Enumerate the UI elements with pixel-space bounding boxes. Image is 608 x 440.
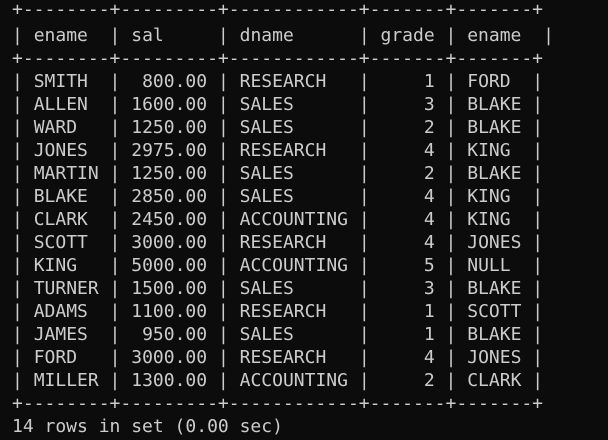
table-cell: FORD (33, 347, 78, 368)
table-cell: BLAKE (467, 117, 522, 138)
table-cell: TURNER (33, 278, 99, 299)
table-cell: JAMES (33, 324, 88, 345)
table-cell: 1500.00 (131, 278, 208, 299)
table-cell: 2 (423, 163, 435, 184)
table-cell: SCOTT (467, 301, 522, 322)
table-row: | CLARK | 2450.00 | ACCOUNTING | 4 | KIN… (12, 209, 544, 230)
table-cell: 4 (423, 209, 435, 230)
table-cell: BLAKE (33, 186, 88, 207)
table-cell: 2 (423, 117, 435, 138)
table-cell: JONES (467, 347, 522, 368)
table-cell: 4 (423, 232, 435, 253)
table-cell: WARD (33, 117, 78, 138)
table-cell: 3000.00 (131, 347, 208, 368)
table-cell: 950.00 (142, 324, 208, 345)
column-header-ename-2: ename (467, 25, 522, 46)
table-row: | SCOTT | 3000.00 | RESEARCH | 4 | JONES… (12, 232, 544, 253)
table-cell: SALES (239, 186, 294, 207)
table-cell: SALES (239, 278, 294, 299)
table-cell: KING (467, 186, 511, 207)
table-row: | MILLER | 1300.00 | ACCOUNTING | 2 | CL… (12, 370, 544, 391)
table-border-top: +--------+---------+------------+-------… (12, 0, 544, 20)
table-cell: RESEARCH (239, 347, 327, 368)
table-cell: MARTIN (33, 163, 99, 184)
table-cell: 1250.00 (131, 163, 208, 184)
table-cell: 1 (423, 71, 435, 92)
table-cell: RESEARCH (239, 140, 327, 161)
table-cell: BLAKE (467, 324, 522, 345)
table-cell: 1 (423, 324, 435, 345)
table-cell: JONES (467, 232, 522, 253)
table-row: | JAMES | 950.00 | SALES | 1 | BLAKE | (12, 324, 544, 345)
table-cell: MILLER (33, 370, 99, 391)
column-header-ename: ename (33, 25, 88, 46)
table-cell: ADAMS (33, 301, 88, 322)
table-cell: RESEARCH (239, 232, 327, 253)
table-cell: BLAKE (467, 278, 522, 299)
column-header-dname: dname (239, 25, 294, 46)
table-cell: FORD (467, 71, 511, 92)
table-row: | BLAKE | 2850.00 | SALES | 4 | KING | (12, 186, 544, 207)
table-header-row: | ename | sal | dname | grade | ename | (12, 25, 554, 46)
table-cell: 1100.00 (131, 301, 208, 322)
table-cell: JONES (33, 140, 88, 161)
table-cell: SALES (239, 117, 294, 138)
table-cell: SCOTT (33, 232, 88, 253)
table-row: | KING | 5000.00 | ACCOUNTING | 5 | NULL… (12, 255, 544, 276)
table-row: | TURNER | 1500.00 | SALES | 3 | BLAKE | (12, 278, 544, 299)
table-cell: 5 (423, 255, 435, 276)
table-cell: SMITH (33, 71, 88, 92)
status-line: 14 rows in set (0.00 sec) (12, 416, 283, 437)
table-cell: 800.00 (142, 71, 208, 92)
table-cell: 4 (423, 347, 435, 368)
table-cell: 2850.00 (131, 186, 208, 207)
column-header-grade: grade (380, 25, 435, 46)
table-row: | WARD | 1250.00 | SALES | 2 | BLAKE | (12, 117, 544, 138)
table-cell: ACCOUNTING (239, 209, 348, 230)
column-header-sal: sal (131, 25, 164, 46)
table-cell: RESEARCH (239, 71, 327, 92)
table-cell: SALES (239, 163, 294, 184)
table-cell: RESEARCH (239, 301, 327, 322)
table-cell: CLARK (467, 370, 522, 391)
table-cell: 3 (423, 94, 435, 115)
table-cell: SALES (239, 94, 294, 115)
table-cell: 3000.00 (131, 232, 208, 253)
table-cell: 1250.00 (131, 117, 208, 138)
table-cell: 1 (423, 301, 435, 322)
table-cell: 1300.00 (131, 370, 208, 391)
table-cell: 2975.00 (131, 140, 208, 161)
table-cell: ALLEN (33, 94, 88, 115)
table-row: | SMITH | 800.00 | RESEARCH | 1 | FORD | (12, 71, 544, 92)
table-row: | JONES | 2975.00 | RESEARCH | 4 | KING … (12, 140, 544, 161)
table-cell: 5000.00 (131, 255, 208, 276)
table-cell: 2 (423, 370, 435, 391)
table-cell: SALES (239, 324, 294, 345)
table-cell: 3 (423, 278, 435, 299)
table-cell: ACCOUNTING (239, 255, 348, 276)
table-cell: KING (467, 209, 511, 230)
table-border-mid: +--------+---------+------------+-------… (12, 48, 544, 69)
table-row: | MARTIN | 1250.00 | SALES | 2 | BLAKE | (12, 163, 544, 184)
table-cell: BLAKE (467, 163, 522, 184)
table-cell: CLARK (33, 209, 88, 230)
table-border-bottom: +--------+---------+------------+-------… (12, 393, 544, 414)
table-cell: ACCOUNTING (239, 370, 348, 391)
table-cell: 2450.00 (131, 209, 208, 230)
table-cell: 4 (423, 140, 435, 161)
table-cell: 4 (423, 186, 435, 207)
table-cell: NULL (467, 255, 511, 276)
table-cell: KING (467, 140, 511, 161)
terminal-window[interactable]: +--------+---------+------------+-------… (0, 0, 608, 440)
table-row: | FORD | 3000.00 | RESEARCH | 4 | JONES … (12, 347, 544, 368)
table-row: | ALLEN | 1600.00 | SALES | 3 | BLAKE | (12, 94, 544, 115)
table-row: | ADAMS | 1100.00 | RESEARCH | 1 | SCOTT… (12, 301, 544, 322)
table-cell: KING (33, 255, 78, 276)
table-cell: 1600.00 (131, 94, 208, 115)
table-cell: BLAKE (467, 94, 522, 115)
